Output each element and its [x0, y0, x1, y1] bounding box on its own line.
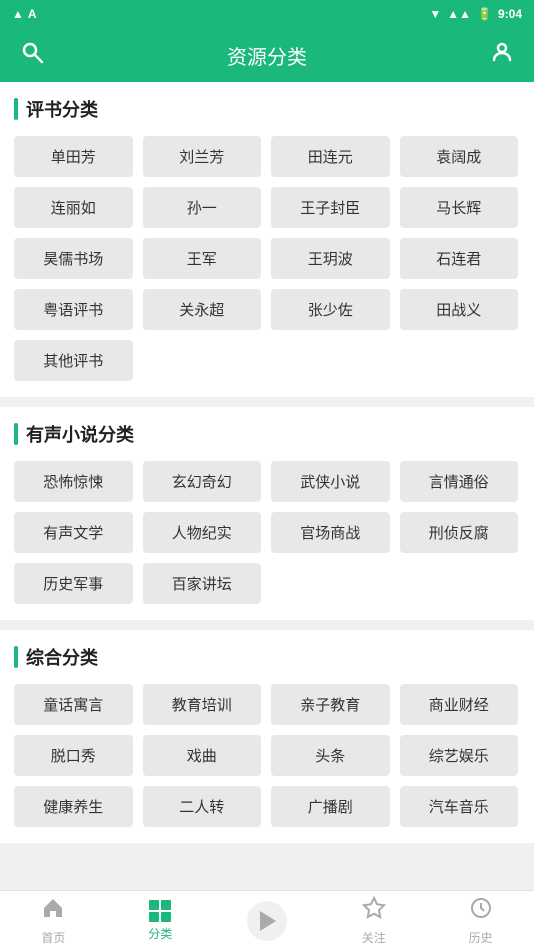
tag-tianzhanyi[interactable]: 田战义	[400, 289, 519, 330]
play-triangle-icon	[260, 911, 276, 931]
tag-guanyongchao[interactable]: 关永超	[143, 289, 262, 330]
tag-shilianjun[interactable]: 石连君	[400, 238, 519, 279]
tag-youshengwenxue[interactable]: 有声文学	[14, 512, 133, 553]
section-bar-zonghe	[14, 646, 18, 668]
tag-qitapingshu[interactable]: 其他评书	[14, 340, 133, 381]
nav-category[interactable]: 分类	[107, 891, 214, 950]
notification-icon: A	[28, 7, 37, 21]
tag-xingzhen[interactable]: 刑侦反腐	[400, 512, 519, 553]
nav-category-label: 分类	[148, 925, 172, 942]
tag-grid-yousheng: 恐怖惊悚 玄幻奇幻 武侠小说 言情通俗 有声文学 人物纪实 官场商战 刑侦反腐 …	[14, 461, 520, 604]
wifi-icon: ▼	[429, 7, 441, 21]
tag-wangzifengchen[interactable]: 王子封臣	[271, 187, 390, 228]
tag-xiqu[interactable]: 戏曲	[143, 735, 262, 776]
section-header-zonghe: 综合分类	[14, 644, 520, 670]
section-title-pingshu: 评书分类	[26, 96, 98, 122]
status-right: ▼ ▲▲ 🔋 9:04	[429, 7, 522, 21]
signal-icon: ▲▲	[447, 7, 471, 21]
tag-grid-zonghe: 童话寓言 教育培训 亲子教育 商业财经 脱口秀 戏曲 头条 综艺娱乐 健康养生 …	[14, 684, 520, 827]
nav-home[interactable]: 首页	[0, 891, 107, 950]
tag-guanchang[interactable]: 官场商战	[271, 512, 390, 553]
page-title: 资源分类	[227, 41, 307, 70]
android-icon: ▲	[12, 7, 24, 21]
section-title-yousheng: 有声小说分类	[26, 421, 134, 447]
nav-follow[interactable]: 关注	[320, 891, 427, 950]
app-header: 资源分类	[0, 28, 534, 82]
tag-lianlieru[interactable]: 连丽如	[14, 187, 133, 228]
tag-zhangshaozuo[interactable]: 张少佐	[271, 289, 390, 330]
tag-baijia[interactable]: 百家讲坛	[143, 563, 262, 604]
tag-dantianfang[interactable]: 单田芳	[14, 136, 133, 177]
tag-tonghua[interactable]: 童话寓言	[14, 684, 133, 725]
section-header-yousheng: 有声小说分类	[14, 421, 520, 447]
nav-home-label: 首页	[41, 929, 65, 946]
tag-xuanhuan[interactable]: 玄幻奇幻	[143, 461, 262, 502]
section-header-pingshu: 评书分类	[14, 96, 520, 122]
nav-history-label: 历史	[469, 929, 493, 946]
star-icon	[362, 896, 386, 926]
tag-tianliangyuan[interactable]: 田连元	[271, 136, 390, 177]
tag-lishi[interactable]: 历史军事	[14, 563, 133, 604]
tag-guangboju[interactable]: 广播剧	[271, 786, 390, 827]
battery-icon: 🔋	[477, 7, 492, 21]
tag-grid-pingshu: 单田芳 刘兰芳 田连元 袁阔成 连丽如 孙一 王子封臣 马长辉 昊儒书场 王军 …	[14, 136, 520, 381]
tag-wuxia[interactable]: 武侠小说	[271, 461, 390, 502]
tag-machanghui[interactable]: 马长辉	[400, 187, 519, 228]
section-yousheng: 有声小说分类 恐怖惊悚 玄幻奇幻 武侠小说 言情通俗 有声文学 人物纪实 官场商…	[0, 407, 534, 620]
nav-history[interactable]: 历史	[427, 891, 534, 950]
tag-shangye[interactable]: 商业财经	[400, 684, 519, 725]
play-button-circle[interactable]	[247, 901, 287, 941]
main-scroll: 评书分类 单田芳 刘兰芳 田连元 袁阔成 连丽如 孙一 王子封臣 马长辉 昊儒书…	[0, 82, 534, 890]
tag-qicheyinyue[interactable]: 汽车音乐	[400, 786, 519, 827]
tag-sunyi[interactable]: 孙一	[143, 187, 262, 228]
section-bar-yousheng	[14, 423, 18, 445]
tag-liulanfang[interactable]: 刘兰芳	[143, 136, 262, 177]
tag-haorushuchang[interactable]: 昊儒书场	[14, 238, 133, 279]
tag-toutiao[interactable]: 头条	[271, 735, 390, 776]
section-bar-pingshu	[14, 98, 18, 120]
nav-play[interactable]	[214, 891, 321, 950]
status-bar: ▲ A ▼ ▲▲ 🔋 9:04	[0, 0, 534, 28]
tag-jiankang[interactable]: 健康养生	[14, 786, 133, 827]
tag-yanqing[interactable]: 言情通俗	[400, 461, 519, 502]
tag-yuankuocheng[interactable]: 袁阔成	[400, 136, 519, 177]
nav-follow-label: 关注	[362, 929, 386, 946]
bottom-nav: 首页 分类 关注 历史	[0, 890, 534, 950]
time-display: 9:04	[498, 7, 522, 21]
status-left: ▲ A	[12, 7, 37, 21]
tag-wangyuebo[interactable]: 王玥波	[271, 238, 390, 279]
user-icon[interactable]	[486, 40, 518, 70]
section-title-zonghe: 综合分类	[26, 644, 98, 670]
tag-zongyi[interactable]: 综艺娱乐	[400, 735, 519, 776]
home-icon	[41, 896, 65, 926]
tag-tuokouxiu[interactable]: 脱口秀	[14, 735, 133, 776]
tag-qinzi[interactable]: 亲子教育	[271, 684, 390, 725]
category-icon	[149, 900, 171, 922]
section-pingshu: 评书分类 单田芳 刘兰芳 田连元 袁阔成 连丽如 孙一 王子封臣 马长辉 昊儒书…	[0, 82, 534, 397]
section-zonghe: 综合分类 童话寓言 教育培训 亲子教育 商业财经 脱口秀 戏曲 头条 综艺娱乐 …	[0, 630, 534, 843]
history-icon	[469, 896, 493, 926]
tag-yueyupingshu[interactable]: 粤语评书	[14, 289, 133, 330]
tag-errenzhuan[interactable]: 二人转	[143, 786, 262, 827]
tag-jiaoyu[interactable]: 教育培训	[143, 684, 262, 725]
tag-kongbu[interactable]: 恐怖惊悚	[14, 461, 133, 502]
tag-wangjun[interactable]: 王军	[143, 238, 262, 279]
tag-renwujishi[interactable]: 人物纪实	[143, 512, 262, 553]
search-icon[interactable]	[16, 40, 48, 70]
